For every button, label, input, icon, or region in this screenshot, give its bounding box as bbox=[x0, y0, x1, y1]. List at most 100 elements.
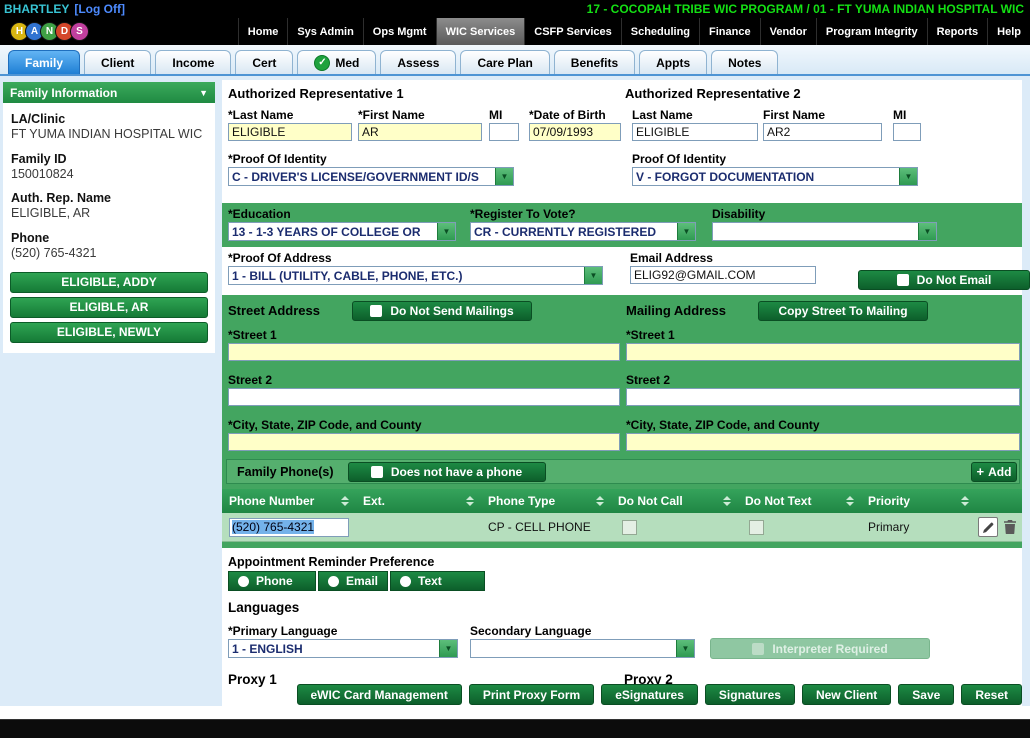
mailing-city-state-zip-input[interactable] bbox=[626, 433, 1020, 451]
menu-item-scheduling[interactable]: Scheduling bbox=[621, 18, 699, 45]
no-phone-checkbox[interactable] bbox=[371, 466, 383, 478]
reminder-email-radio[interactable]: Email bbox=[318, 571, 388, 591]
do-not-send-mailings-checkbox[interactable] bbox=[370, 305, 382, 317]
tab-benefits[interactable]: Benefits bbox=[554, 50, 635, 74]
register-to-vote-select[interactable]: CR - CURRENTLY REGISTERED ▼ bbox=[470, 222, 696, 241]
tab-cert[interactable]: Cert bbox=[235, 50, 293, 74]
esignatures-button[interactable]: eSignatures bbox=[601, 684, 698, 705]
rep2-first-name-input[interactable] bbox=[763, 123, 882, 141]
street-address-heading: Street Address bbox=[228, 303, 320, 318]
log-off-link[interactable]: [Log Off] bbox=[74, 2, 125, 16]
chevron-down-icon: ▼ bbox=[899, 168, 917, 185]
menu-item-program-integrity[interactable]: Program Integrity bbox=[816, 18, 927, 45]
family-member-button[interactable]: ELIGIBLE, NEWLY bbox=[10, 322, 208, 343]
ewic-card-management-button[interactable]: eWIC Card Management bbox=[297, 684, 462, 705]
menu-item-reports[interactable]: Reports bbox=[927, 18, 988, 45]
tab-med[interactable]: ✓ Med bbox=[297, 50, 376, 74]
bottom-spacer bbox=[0, 706, 1030, 720]
tab-client[interactable]: Client bbox=[84, 50, 151, 74]
phone-priority-cell: Primary bbox=[861, 513, 976, 541]
rep1-last-name-input[interactable] bbox=[228, 123, 352, 141]
do-not-send-mailings-button[interactable]: Do Not Send Mailings bbox=[352, 301, 532, 321]
do-not-email-checkbox[interactable] bbox=[897, 274, 909, 286]
rep1-dob-input[interactable] bbox=[529, 123, 621, 141]
phone-number-column-header[interactable]: Phone Number bbox=[222, 489, 356, 513]
menu-item-csfp-services[interactable]: CSFP Services bbox=[524, 18, 620, 45]
phone-value: (520) 765-4321 bbox=[11, 246, 207, 262]
mailing-street2-input[interactable] bbox=[626, 388, 1020, 406]
reminder-text-radio[interactable]: Text bbox=[390, 571, 485, 591]
do-not-text-checkbox[interactable] bbox=[749, 520, 764, 535]
phone-type-column-header[interactable]: Phone Type bbox=[481, 489, 611, 513]
rep2-mi-label: MI bbox=[893, 108, 921, 123]
menu-item-sys-admin[interactable]: Sys Admin bbox=[287, 18, 362, 45]
edit-phone-button[interactable] bbox=[978, 517, 998, 537]
menu-item-finance[interactable]: Finance bbox=[699, 18, 760, 45]
program-title: 17 - COCOPAH TRIBE WIC PROGRAM / 01 - FT… bbox=[587, 2, 1024, 16]
street1-input[interactable] bbox=[228, 343, 620, 361]
rep2-proof-identity-label: Proof Of Identity bbox=[632, 152, 918, 167]
la-clinic-label: LA/Clinic bbox=[11, 112, 207, 126]
menu-item-vendor[interactable]: Vendor bbox=[760, 18, 816, 45]
phone-number-input[interactable]: (520) 765-4321 bbox=[229, 518, 349, 537]
family-member-button[interactable]: ELIGIBLE, ADDY bbox=[10, 272, 208, 293]
register-to-vote-label: *Register To Vote? bbox=[470, 207, 696, 222]
primary-language-value: 1 - ENGLISH bbox=[229, 642, 303, 656]
tab-med-label: Med bbox=[335, 56, 359, 70]
app-window: BHARTLEY [Log Off] 17 - COCOPAH TRIBE WI… bbox=[0, 0, 1030, 738]
mailing-street1-input[interactable] bbox=[626, 343, 1020, 361]
reset-button[interactable]: Reset bbox=[961, 684, 1022, 705]
proof-of-address-select[interactable]: 1 - BILL (UTILITY, CABLE, PHONE, ETC.) ▼ bbox=[228, 266, 603, 285]
do-not-call-checkbox[interactable] bbox=[622, 520, 637, 535]
city-state-zip-input[interactable] bbox=[228, 433, 620, 451]
tab-family[interactable]: Family bbox=[8, 50, 80, 74]
rep1-proof-identity-select[interactable]: C - DRIVER'S LICENSE/GOVERNMENT ID/S ▼ bbox=[228, 167, 514, 186]
phone-label: Phone bbox=[11, 231, 207, 245]
rep2-last-name-input[interactable] bbox=[632, 123, 758, 141]
tab-care-plan[interactable]: Care Plan bbox=[460, 50, 549, 74]
do-not-email-button[interactable]: Do Not Email bbox=[858, 270, 1030, 290]
reminder-phone-radio[interactable]: Phone bbox=[228, 571, 316, 591]
menu-item-wic-services[interactable]: WIC Services bbox=[436, 18, 525, 45]
education-select[interactable]: 13 - 1-3 YEARS OF COLLEGE OR ▼ bbox=[228, 222, 456, 241]
copy-street-to-mailing-button[interactable]: Copy Street To Mailing bbox=[758, 301, 928, 321]
sort-icon bbox=[341, 496, 349, 506]
street2-input[interactable] bbox=[228, 388, 620, 406]
signatures-button[interactable]: Signatures bbox=[705, 684, 795, 705]
phone-table-row: (520) 765-4321 CP - CELL PHONE Primary bbox=[222, 513, 1022, 542]
rep1-mi-input[interactable] bbox=[489, 123, 519, 141]
radio-icon bbox=[328, 576, 339, 587]
tab-notes[interactable]: Notes bbox=[711, 50, 778, 74]
menu-item-help[interactable]: Help bbox=[987, 18, 1030, 45]
add-phone-button[interactable]: + Add bbox=[971, 462, 1017, 482]
do-not-text-column-header[interactable]: Do Not Text bbox=[738, 489, 861, 513]
no-phone-button[interactable]: Does not have a phone bbox=[348, 462, 546, 482]
save-button[interactable]: Save bbox=[898, 684, 954, 705]
interpreter-required-button[interactable]: Interpreter Required bbox=[710, 638, 930, 659]
sort-icon bbox=[466, 496, 474, 506]
menu-item-home[interactable]: Home bbox=[238, 18, 288, 45]
tab-income[interactable]: Income bbox=[155, 50, 231, 74]
primary-language-select[interactable]: 1 - ENGLISH ▼ bbox=[228, 639, 458, 658]
do-not-call-column-header[interactable]: Do Not Call bbox=[611, 489, 738, 513]
disability-select[interactable]: ▼ bbox=[712, 222, 937, 241]
email-address-input[interactable] bbox=[630, 266, 816, 284]
rep1-heading: Authorized Representative 1 bbox=[228, 86, 404, 101]
print-proxy-form-button[interactable]: Print Proxy Form bbox=[469, 684, 594, 705]
delete-phone-button[interactable] bbox=[1004, 520, 1016, 534]
new-client-button[interactable]: New Client bbox=[802, 684, 891, 705]
priority-column-header[interactable]: Priority bbox=[861, 489, 976, 513]
education-band: *Education 13 - 1-3 YEARS OF COLLEGE OR … bbox=[222, 203, 1022, 247]
family-information-dropdown[interactable]: Family Information ▼ bbox=[3, 82, 215, 103]
ext-column-header[interactable]: Ext. bbox=[356, 489, 481, 513]
family-information-title: Family Information bbox=[10, 86, 117, 100]
tab-appts[interactable]: Appts bbox=[639, 50, 707, 74]
tab-assess[interactable]: Assess bbox=[380, 50, 456, 74]
education-label: *Education bbox=[228, 207, 456, 222]
secondary-language-select[interactable]: ▼ bbox=[470, 639, 695, 658]
rep1-first-name-input[interactable] bbox=[358, 123, 482, 141]
rep2-mi-input[interactable] bbox=[893, 123, 921, 141]
family-member-button[interactable]: ELIGIBLE, AR bbox=[10, 297, 208, 318]
rep2-proof-identity-select[interactable]: V - FORGOT DOCUMENTATION ▼ bbox=[632, 167, 918, 186]
menu-item-ops-mgmt[interactable]: Ops Mgmt bbox=[363, 18, 436, 45]
